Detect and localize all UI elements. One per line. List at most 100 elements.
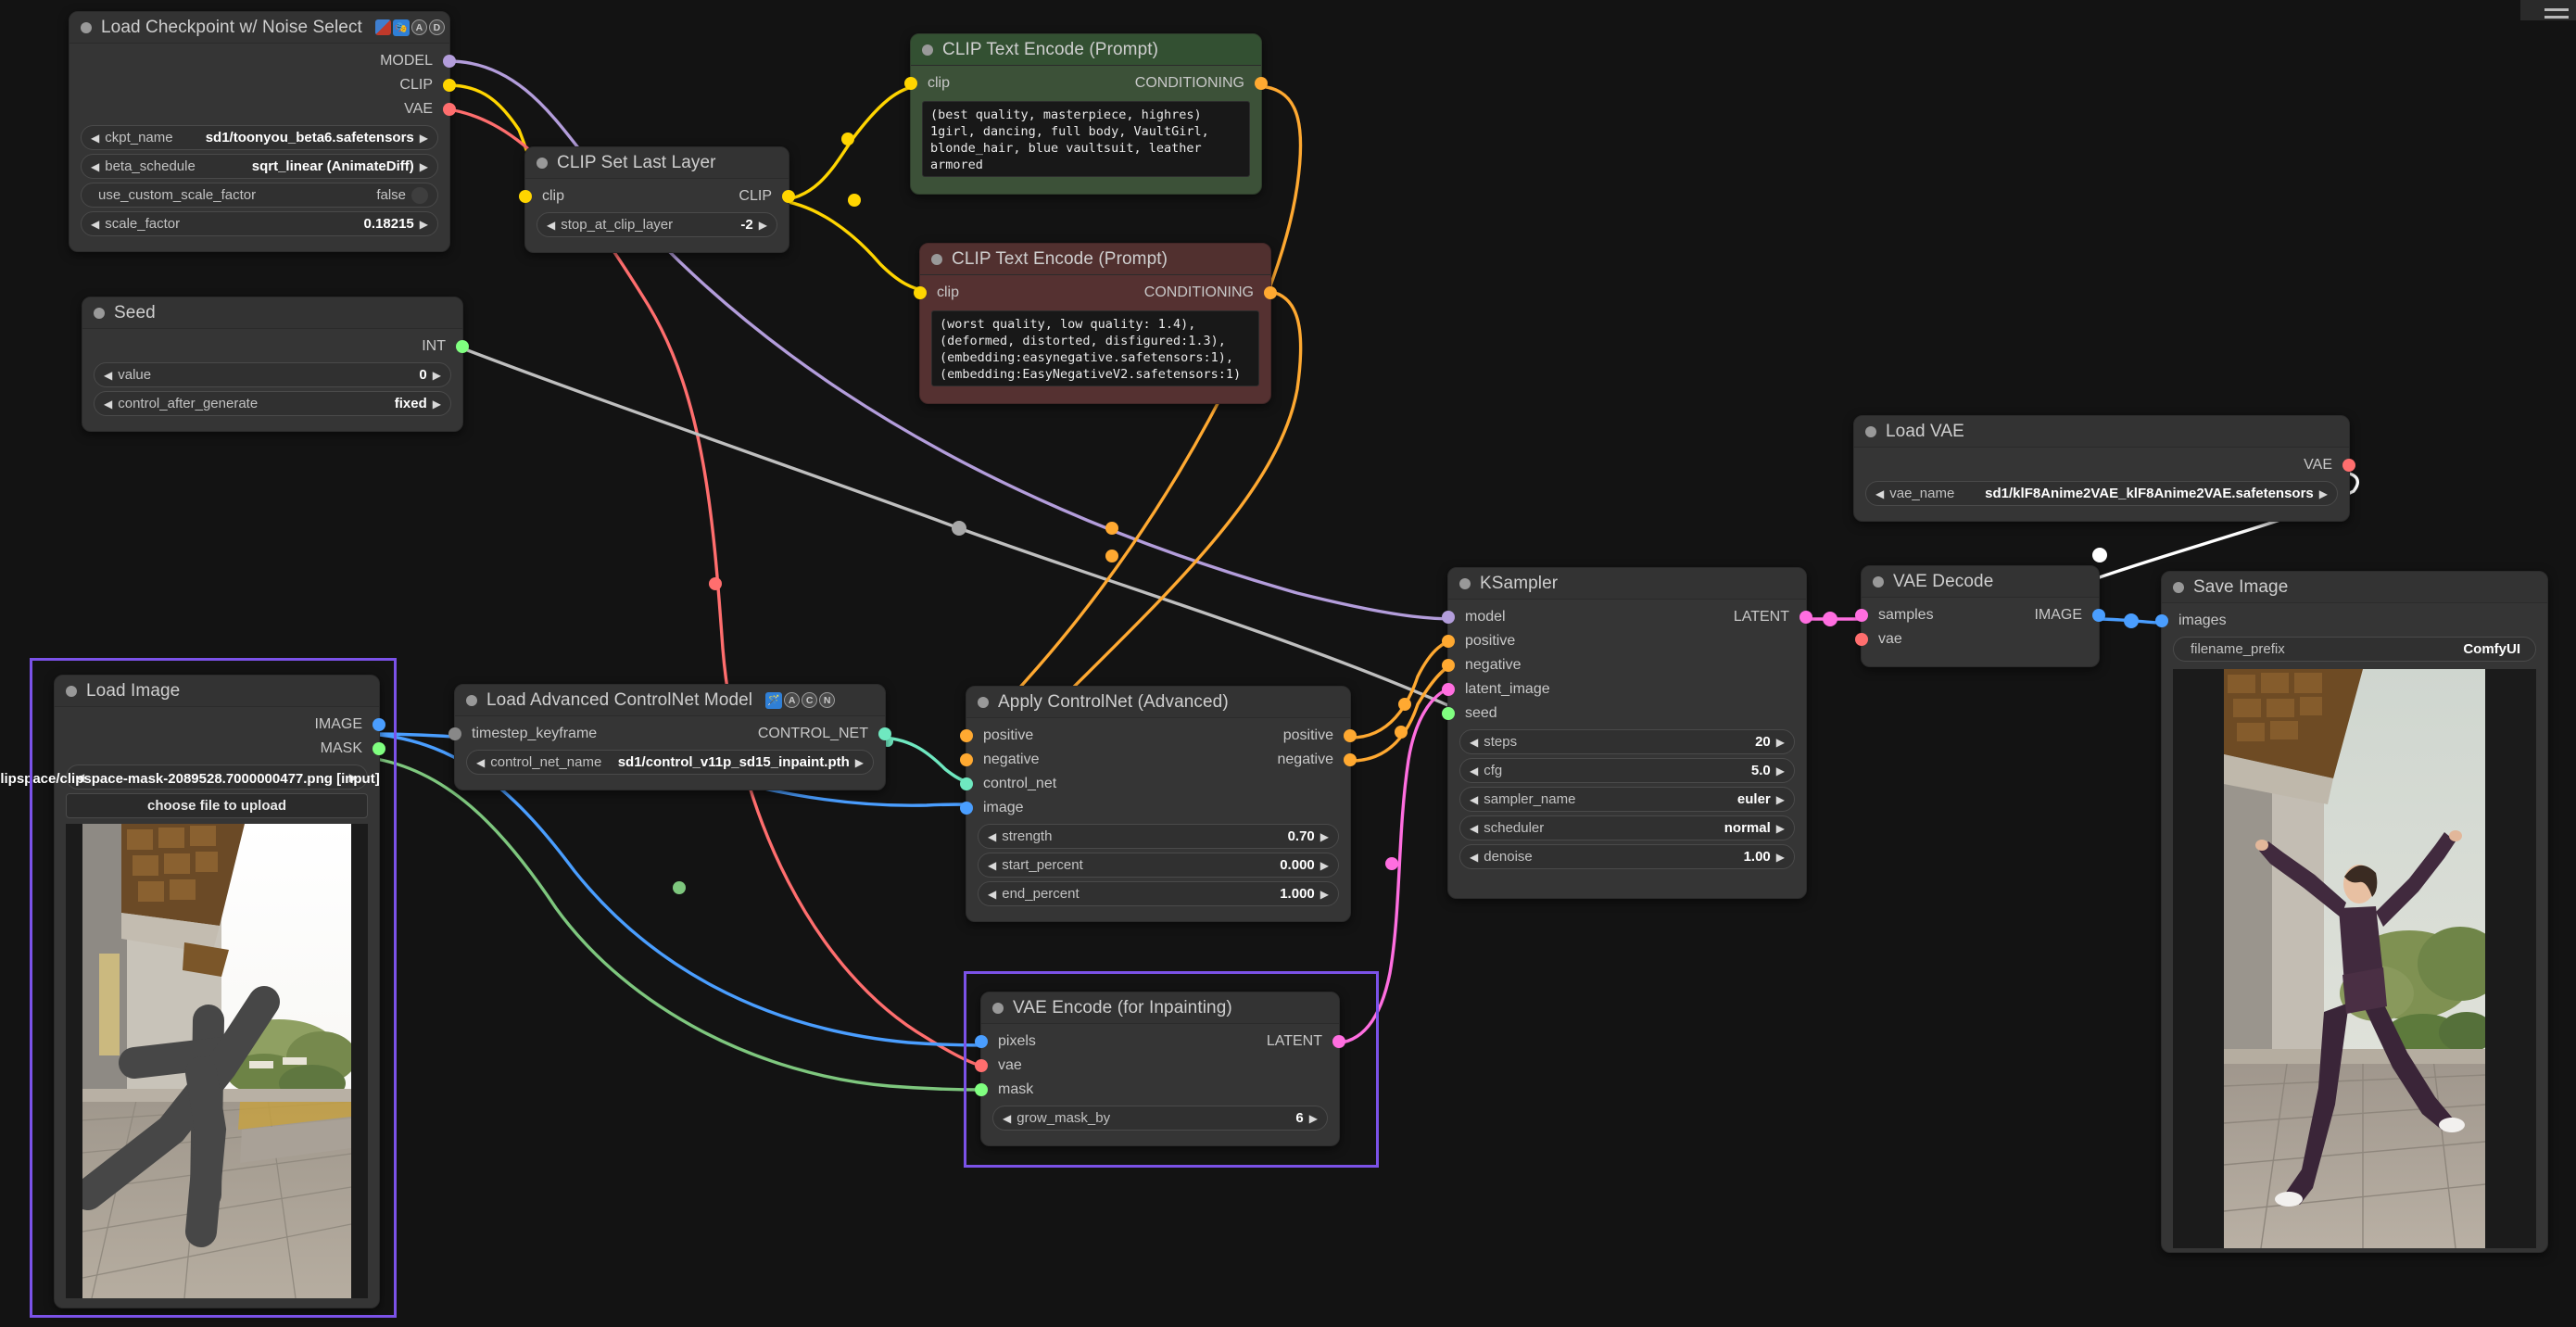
slot-row-images[interactable]: images [2155, 609, 2547, 633]
output-slot-clip[interactable]: CLIP [69, 73, 456, 97]
slot-dot-int[interactable] [456, 340, 469, 353]
slot-dot-mask[interactable] [373, 742, 385, 755]
node-ksampler[interactable]: KSampler model LATENT positive negative … [1442, 567, 1812, 899]
slot-dot-positive-in[interactable] [960, 729, 973, 742]
slot-dot-clip-in[interactable] [519, 190, 532, 203]
node-titlebar[interactable]: Save Image [2162, 572, 2547, 603]
arrow-right-icon[interactable]: ▶ [855, 757, 864, 768]
arrow-right-icon[interactable]: ▶ [433, 398, 441, 410]
slot-row-vae[interactable]: vae [1855, 627, 2099, 651]
node-clip-text-encode-negative[interactable]: CLIP Text Encode (Prompt) clip CONDITION… [914, 243, 1277, 404]
widget-control-after-generate[interactable]: ◀ control_after_generate fixed ▶ [94, 391, 451, 416]
arrow-left-icon[interactable]: ◀ [91, 133, 99, 144]
window-menu-icon[interactable] [2544, 8, 2569, 11]
arrow-left-icon[interactable]: ◀ [91, 161, 99, 172]
collapse-dot-icon[interactable] [1873, 575, 1884, 588]
slot-row-negative[interactable]: negative [1442, 653, 1806, 677]
arrow-right-icon[interactable]: ▶ [349, 772, 358, 783]
slot-row-clip[interactable]: clip CONDITIONING [904, 71, 1268, 95]
arrow-left-icon[interactable]: ◀ [76, 772, 84, 783]
node-clip-text-encode-positive[interactable]: CLIP Text Encode (Prompt) clip CONDITION… [904, 33, 1268, 195]
output-slot-int[interactable]: INT [82, 335, 469, 359]
node-titlebar[interactable]: Apply ControlNet (Advanced) [966, 687, 1350, 718]
output-slot-mask[interactable]: MASK [55, 737, 385, 761]
collapse-dot-icon[interactable] [2173, 581, 2184, 593]
node-titlebar[interactable]: CLIP Text Encode (Prompt) [920, 244, 1270, 275]
node-load-vae[interactable]: Load VAE VAE ◀ vae_name sd1/klF8Anime2VA… [1853, 415, 2355, 522]
arrow-left-icon[interactable]: ◀ [988, 831, 996, 842]
arrow-right-icon[interactable]: ▶ [2319, 488, 2328, 499]
arrow-right-icon[interactable]: ▶ [1309, 1113, 1318, 1124]
slot-row-clip[interactable]: clip CLIP [519, 184, 795, 209]
arrow-right-icon[interactable]: ▶ [1776, 852, 1785, 863]
arrow-left-icon[interactable]: ◀ [1470, 794, 1478, 805]
node-titlebar[interactable]: CLIP Set Last Layer [525, 147, 789, 179]
slot-dot-vae[interactable] [2342, 459, 2355, 472]
slot-dot-vae[interactable] [443, 103, 456, 116]
widget-upload-button[interactable]: choose file to upload [66, 793, 368, 818]
node-load-image[interactable]: Load Image IMAGE MASK ◀ ▶ choose file to… [54, 675, 385, 1308]
slot-dot-vae-in[interactable] [1855, 633, 1868, 646]
node-titlebar[interactable]: Seed [82, 297, 462, 329]
arrow-right-icon[interactable]: ▶ [1320, 889, 1329, 900]
arrow-right-icon[interactable]: ▶ [420, 161, 428, 172]
slot-dot-clip-in[interactable] [914, 286, 927, 299]
arrow-left-icon[interactable]: ◀ [104, 370, 112, 381]
slot-dot-positive-in[interactable] [1442, 635, 1455, 648]
collapse-dot-icon[interactable] [466, 694, 477, 706]
node-load-advanced-controlnet[interactable]: Load Advanced ControlNet Model 🪄 A C N t… [448, 684, 891, 790]
slot-dot-conditioning-out[interactable] [1264, 286, 1277, 299]
node-seed[interactable]: Seed INT ◀ value 0 ▶ ◀ control_after_gen… [82, 297, 469, 432]
slot-dot-latent-out[interactable] [1332, 1035, 1345, 1048]
arrow-right-icon[interactable]: ▶ [1776, 765, 1785, 777]
node-titlebar[interactable]: VAE Decode [1862, 566, 2099, 598]
output-slot-vae[interactable]: VAE [1854, 453, 2355, 477]
collapse-dot-icon[interactable] [1459, 577, 1471, 589]
slot-row-clip[interactable]: clip CONDITIONING [914, 281, 1277, 305]
node-titlebar[interactable]: Load VAE [1854, 416, 2349, 448]
slot-dot-vae-in[interactable] [975, 1059, 988, 1072]
arrow-right-icon[interactable]: ▶ [1320, 860, 1329, 871]
widget-scheduler[interactable]: ◀ scheduler normal ▶ [1459, 815, 1795, 840]
arrow-left-icon[interactable]: ◀ [547, 220, 555, 231]
arrow-left-icon[interactable]: ◀ [1003, 1113, 1011, 1124]
widget-filename-prefix[interactable]: filename_prefix ComfyUI [2173, 637, 2536, 662]
prompt-textarea-negative[interactable]: (worst quality, low quality: 1.4), (defo… [931, 310, 1259, 386]
arrow-left-icon[interactable]: ◀ [104, 398, 112, 410]
widget-denoise[interactable]: ◀ denoise 1.00 ▶ [1459, 844, 1795, 869]
arrow-left-icon[interactable]: ◀ [91, 219, 99, 230]
arrow-left-icon[interactable]: ◀ [476, 757, 485, 768]
node-titlebar[interactable]: KSampler [1448, 568, 1806, 600]
widget-use-custom-scale-factor[interactable]: use_custom_scale_factor false [81, 183, 438, 208]
widget-start-percent[interactable]: ◀ start_percent 0.000 ▶ [978, 853, 1339, 878]
arrow-left-icon[interactable]: ◀ [1470, 765, 1478, 777]
window-controls[interactable] [2520, 0, 2576, 20]
slot-dot-latent-image-in[interactable] [1442, 683, 1455, 696]
slot-row-timestep-keyframe[interactable]: timestep_keyframe CONTROL_NET [448, 722, 891, 746]
arrow-right-icon[interactable]: ▶ [759, 220, 767, 231]
slot-dot-seed-in[interactable] [1442, 707, 1455, 720]
output-image-preview[interactable] [2173, 669, 2536, 1248]
node-save-image[interactable]: Save Image images filename_prefix ComfyU… [2155, 571, 2548, 1253]
slot-dot-image-out[interactable] [2092, 609, 2105, 622]
slot-dot-image-in[interactable] [960, 802, 973, 815]
slot-row-negative[interactable]: negative negative [960, 748, 1357, 772]
slot-dot-negative-in[interactable] [1442, 659, 1455, 672]
widget-beta-schedule[interactable]: ◀ beta_schedule sqrt_linear (AnimateDiff… [81, 154, 438, 179]
arrow-right-icon[interactable]: ▶ [420, 219, 428, 230]
collapse-dot-icon[interactable] [537, 157, 548, 169]
collapse-dot-icon[interactable] [1865, 425, 1876, 437]
slot-dot-model[interactable] [443, 55, 456, 68]
window-menu-icon-2[interactable] [2544, 16, 2569, 19]
arrow-left-icon[interactable]: ◀ [1470, 737, 1478, 748]
prompt-textarea-positive[interactable]: (best quality, masterpiece, highres) 1gi… [922, 101, 1250, 177]
slot-dot-images-in[interactable] [2155, 614, 2168, 627]
collapse-dot-icon[interactable] [66, 685, 77, 697]
widget-ckpt-name[interactable]: ◀ ckpt_name sd1/toonyou_beta6.safetensor… [81, 125, 438, 150]
node-titlebar[interactable]: Load Checkpoint w/ Noise Select 🎭 A D [69, 12, 449, 44]
node-titlebar[interactable]: VAE Encode (for Inpainting) [981, 992, 1339, 1024]
widget-grow-mask-by[interactable]: ◀ grow_mask_by 6 ▶ [992, 1106, 1328, 1131]
slot-dot-mask-in[interactable] [975, 1083, 988, 1096]
widget-scale-factor[interactable]: ◀ scale_factor 0.18215 ▶ [81, 211, 438, 236]
slot-row-image[interactable]: image [960, 796, 1350, 820]
